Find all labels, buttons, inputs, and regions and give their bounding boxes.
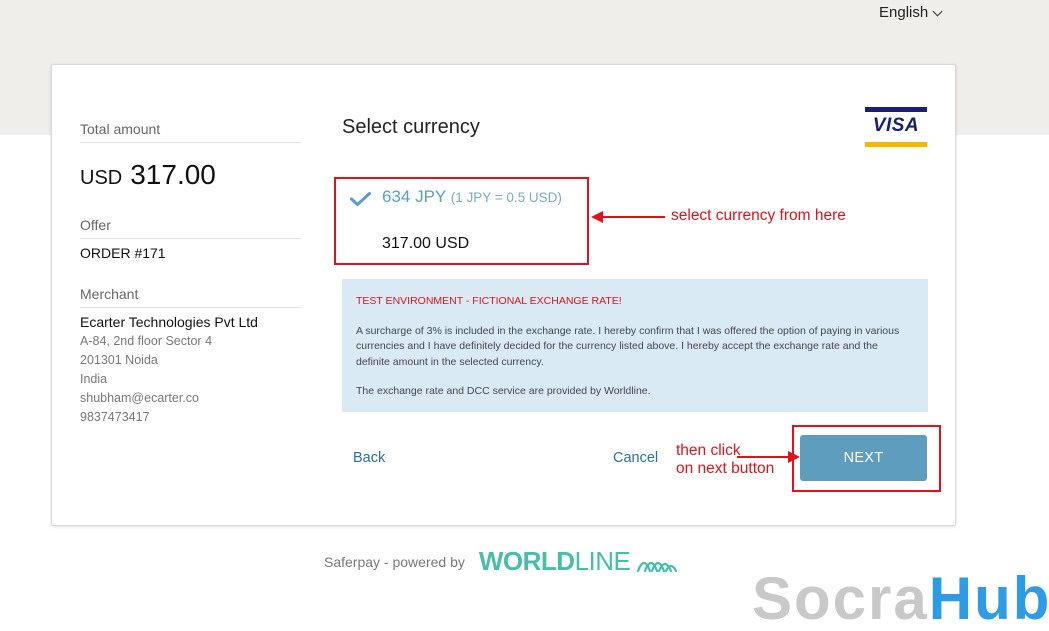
merchant-street: A-84, 2nd floor Sector 4 — [80, 334, 213, 348]
worldline-logo-bold: WORLD — [478, 546, 575, 576]
merchant-name: Ecarter Technologies Pvt Ltd — [80, 314, 258, 330]
offer-value: ORDER #171 — [80, 245, 166, 261]
merchant-email: shubham@ecarter.co — [80, 391, 200, 405]
socrahub-watermark: SocraHub — [752, 566, 1049, 631]
language-selector[interactable]: English — [879, 4, 943, 21]
watermark-part1: Socra — [752, 565, 929, 631]
total-amount: USD 317.00 — [80, 159, 301, 191]
annotation-click-next: then click on next button — [676, 442, 774, 478]
worldline-mark-icon — [637, 561, 678, 572]
language-label: English — [879, 4, 929, 21]
total-amount-label: Total amount — [80, 121, 301, 143]
merchant-label: Merchant — [80, 286, 301, 308]
exchange-rate-notice: TEST ENVIRONMENT - FICTIONAL EXCHANGE RA… — [342, 279, 928, 412]
worldline-logo: WORLD LINE — [479, 546, 681, 577]
annotation-click-next-line2: on next button — [676, 460, 775, 477]
worldline-logo-light: LINE — [574, 546, 631, 576]
total-currency: USD — [80, 167, 123, 189]
option-original-amount: 317.00 USD — [382, 235, 470, 252]
card-brand: VISA — [872, 115, 920, 136]
annotation-select-currency: select currency from here — [671, 207, 846, 224]
footer: Saferpay - powered by WORLD LINE — [324, 546, 680, 577]
page-title: Select currency — [342, 116, 480, 138]
chevron-down-icon — [932, 6, 943, 16]
annotation-click-next-line1: then click — [676, 442, 741, 459]
option-exchange-rate: (1 JPY = 0.5 USD) — [450, 190, 562, 205]
provider-text: The exchange rate and DCC service are pr… — [356, 385, 651, 397]
order-summary: Total amount USD 317.00 Offer ORDER #171… — [80, 121, 301, 427]
checkmark-icon — [350, 192, 371, 206]
currency-option-jpy[interactable]: 634 JPY (1 JPY = 0.5 USD) 317.00 USD — [342, 183, 602, 259]
surcharge-text: A surcharge of 3% is included in the exc… — [356, 324, 900, 368]
option-foreign-amount: 634 JPY — [382, 187, 446, 206]
back-link[interactable]: Back — [353, 450, 385, 466]
test-environment-warning: TEST ENVIRONMENT - FICTIONAL EXCHANGE RA… — [356, 295, 622, 307]
merchant-phone: 9837473417 — [80, 410, 150, 424]
total-value: 317.00 — [130, 159, 216, 190]
watermark-part2: Hub — [928, 565, 1049, 631]
merchant-city: 201301 Noida — [80, 353, 158, 367]
option-amount: 634 JPY (1 JPY = 0.5 USD) — [382, 187, 562, 207]
payment-card: Total amount USD 317.00 Offer ORDER #171… — [51, 64, 956, 526]
merchant-address: A-84, 2nd floor Sector 4 201301 Noida In… — [80, 332, 301, 427]
offer-label: Offer — [80, 217, 301, 239]
next-button[interactable]: NEXT — [800, 435, 927, 481]
visa-logo: VISA — [865, 107, 927, 147]
powered-by-text: Saferpay - powered by — [324, 553, 465, 570]
merchant-country: India — [80, 372, 108, 386]
cancel-link[interactable]: Cancel — [613, 450, 658, 466]
